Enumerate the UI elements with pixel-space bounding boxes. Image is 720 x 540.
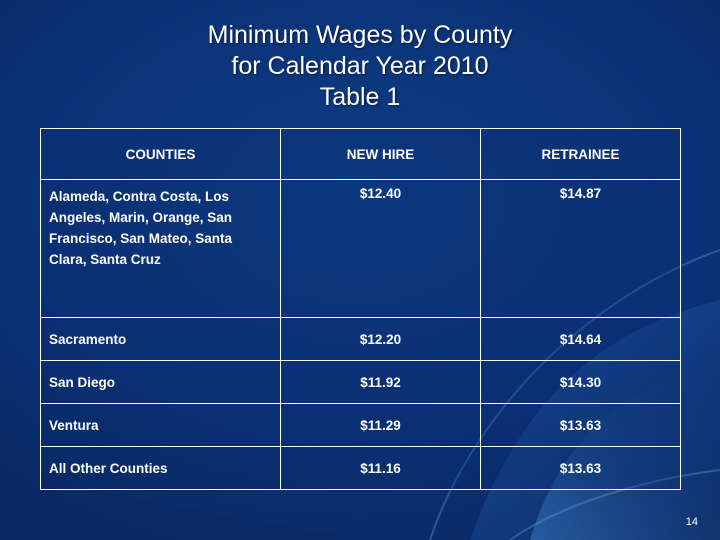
title-line-2: for Calendar Year 2010 <box>231 52 489 80</box>
cell-retrainee: $14.64 <box>480 317 681 361</box>
cell-retrainee: $13.63 <box>480 446 681 490</box>
table-row: Ventura $11.29 $13.63 <box>40 403 681 447</box>
column-header-retrainee: RETRAINEE <box>480 128 681 180</box>
cell-counties: Sacramento <box>40 317 281 361</box>
column-header-counties: COUNTIES <box>40 128 281 180</box>
slide-title: Minimum Wages by County for Calendar Yea… <box>0 20 720 113</box>
wages-table-container: COUNTIES NEW HIRE RETRAINEE Alameda, Con… <box>40 128 681 490</box>
cell-new-hire: $12.20 <box>280 317 481 361</box>
cell-new-hire: $11.16 <box>280 446 481 490</box>
cell-retrainee: $14.87 <box>480 179 681 318</box>
cell-new-hire: $12.40 <box>280 179 481 318</box>
cell-new-hire: $11.92 <box>280 360 481 404</box>
cell-counties: Ventura <box>40 403 281 447</box>
wages-table: COUNTIES NEW HIRE RETRAINEE Alameda, Con… <box>40 128 681 490</box>
table-header-row: COUNTIES NEW HIRE RETRAINEE <box>40 128 681 180</box>
title-line-1: Minimum Wages by County <box>207 21 513 49</box>
table-row: All Other Counties $11.16 $13.63 <box>40 446 681 490</box>
table-row: Sacramento $12.20 $14.64 <box>40 317 681 361</box>
cell-counties: Alameda, Contra Costa, Los Angeles, Mari… <box>40 179 281 318</box>
slide: Minimum Wages by County for Calendar Yea… <box>0 0 720 540</box>
cell-counties: All Other Counties <box>40 446 281 490</box>
title-line-3: Table 1 <box>319 83 401 111</box>
page-number: 14 <box>685 516 698 528</box>
cell-retrainee: $13.63 <box>480 403 681 447</box>
table-row: Alameda, Contra Costa, Los Angeles, Mari… <box>40 179 681 318</box>
cell-retrainee: $14.30 <box>480 360 681 404</box>
cell-new-hire: $11.29 <box>280 403 481 447</box>
table-row: San Diego $11.92 $14.30 <box>40 360 681 404</box>
column-header-new-hire: NEW HIRE <box>280 128 481 180</box>
cell-counties: San Diego <box>40 360 281 404</box>
